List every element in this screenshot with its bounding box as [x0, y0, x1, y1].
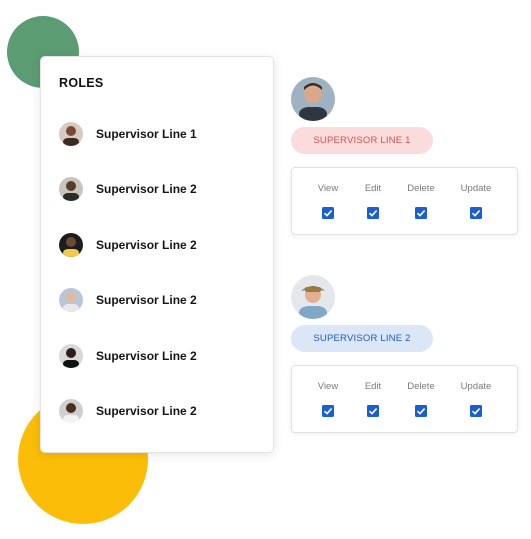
update-checkbox[interactable] — [470, 207, 482, 219]
avatar — [59, 288, 83, 312]
role-label: Supervisor Line 2 — [96, 349, 197, 363]
permission-header: Delete — [407, 381, 435, 392]
role-label: Supervisor Line 2 — [96, 182, 197, 196]
edit-checkbox[interactable] — [367, 207, 379, 219]
role-item-2[interactable]: Supervisor Line 2 — [59, 175, 259, 203]
permissions-panel-1: View Edit Delete Update — [291, 167, 518, 235]
permission-header: Update — [460, 183, 492, 194]
role-badge-supervisor-line-1: SUPERVISOR LINE 1 — [291, 127, 433, 154]
delete-checkbox[interactable] — [415, 207, 427, 219]
avatar — [291, 77, 335, 121]
permission-delete: Delete — [391, 366, 451, 434]
avatar — [291, 275, 335, 319]
role-item-1[interactable]: Supervisor Line 1 — [59, 120, 259, 148]
role-badge-supervisor-line-2: SUPERVISOR LINE 2 — [291, 325, 433, 352]
permissions-panel-2: View Edit Delete Update — [291, 365, 518, 433]
avatar — [59, 122, 83, 146]
role-item-6[interactable]: Supervisor Line 2 — [59, 397, 259, 425]
delete-checkbox[interactable] — [415, 405, 427, 417]
permission-delete: Delete — [391, 168, 451, 236]
roles-panel: ROLES Supervisor Line 1 Supervisor Line … — [40, 56, 274, 453]
update-checkbox[interactable] — [470, 405, 482, 417]
view-checkbox[interactable] — [322, 207, 334, 219]
roles-title: ROLES — [59, 76, 104, 90]
permission-update: Update — [446, 366, 506, 434]
avatar — [59, 344, 83, 368]
permission-update: Update — [446, 168, 506, 236]
avatar — [59, 399, 83, 423]
role-label: Supervisor Line 1 — [96, 127, 197, 141]
role-item-4[interactable]: Supervisor Line 2 — [59, 286, 259, 314]
role-label: Supervisor Line 2 — [96, 404, 197, 418]
avatar — [59, 177, 83, 201]
permission-header: Delete — [407, 183, 435, 194]
role-item-3[interactable]: Supervisor Line 2 — [59, 231, 259, 259]
edit-checkbox[interactable] — [367, 405, 379, 417]
role-label: Supervisor Line 2 — [96, 293, 197, 307]
view-checkbox[interactable] — [322, 405, 334, 417]
role-item-5[interactable]: Supervisor Line 2 — [59, 342, 259, 370]
avatar — [59, 233, 83, 257]
role-label: Supervisor Line 2 — [96, 238, 197, 252]
permission-header: Update — [460, 381, 492, 392]
stage: ROLES Supervisor Line 1 Supervisor Line … — [0, 0, 531, 539]
